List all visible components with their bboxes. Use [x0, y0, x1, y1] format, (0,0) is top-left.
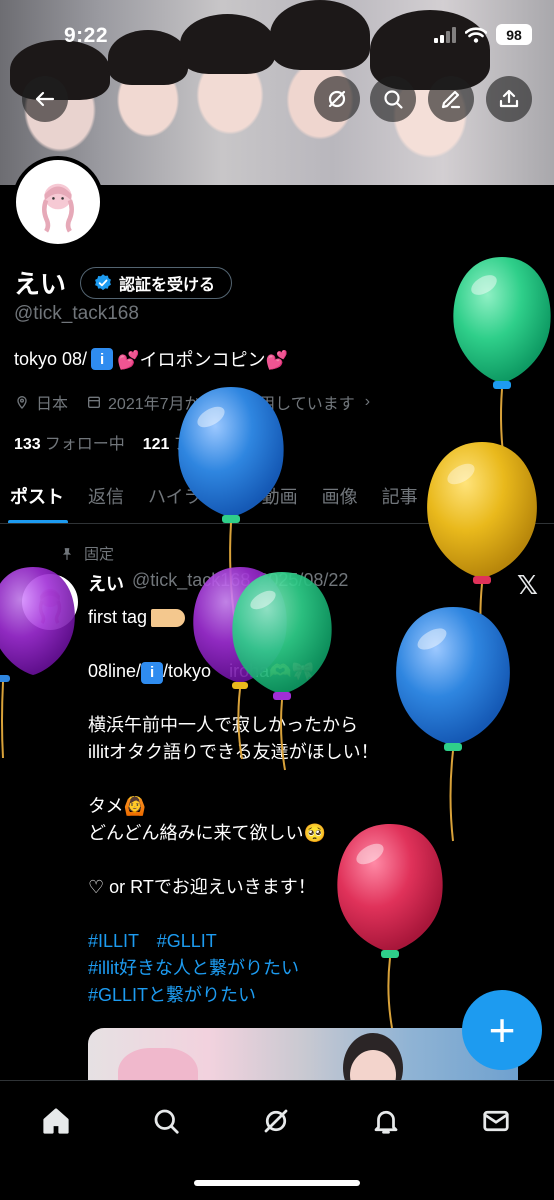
profile-tabs: ポスト 返信 ハイライト 動画 画像 記事 いいね [0, 468, 554, 524]
location-text: 日本 [36, 396, 69, 413]
info-emoji-icon: i [141, 661, 164, 684]
bio-suffix: 💕イロポンコピン💕 [117, 350, 288, 370]
x-logo-icon: 𝕏 [517, 570, 538, 600]
grok-button[interactable] [314, 76, 360, 122]
status-icons: 98 [434, 24, 532, 45]
search-icon [154, 1109, 179, 1134]
hashtag-link[interactable]: #GLLITと繋がりたい [88, 982, 528, 1009]
cellular-signal-icon [434, 26, 456, 43]
nav-grok[interactable] [256, 1101, 296, 1141]
following-label: フォロー中 [44, 436, 125, 453]
tweet-line: どんどん絡みに来て欲しい🥺 [88, 823, 326, 843]
pinned-label: 固定 [84, 546, 115, 563]
back-button[interactable] [22, 76, 68, 122]
follow-counts: 133 フォロー中 121 フォロワー [14, 430, 253, 454]
messages-icon [483, 1110, 509, 1132]
tab-posts[interactable]: ポスト [0, 468, 76, 523]
verified-badge-icon [95, 273, 111, 290]
tab-photos[interactable]: 画像 [310, 468, 370, 523]
tab-videos[interactable]: 動画 [250, 468, 310, 523]
profile-handle: @tick_tack168 [14, 303, 139, 324]
home-icon [43, 1108, 69, 1134]
tweet-line: 08line/ [88, 661, 142, 681]
display-name: えい [14, 269, 67, 299]
tab-articles[interactable]: 記事 [370, 468, 430, 523]
pinned-indicator: 固定 [60, 543, 114, 564]
tweet-author-name[interactable]: えい [88, 570, 124, 596]
balloon [450, 255, 554, 490]
tweet-line: ♡ or RTでお迎えいきます！ [88, 877, 316, 897]
back-arrow-icon [35, 91, 55, 107]
wifi-icon [465, 26, 487, 43]
home-indicator [194, 1180, 360, 1186]
followers-label: フォロワー [173, 436, 254, 453]
hashtag-link[interactable]: #ILLIT #GLLIT [88, 928, 528, 955]
search-button[interactable] [370, 76, 416, 122]
pin-icon [62, 547, 72, 560]
following-link[interactable]: 133 フォロー中 [14, 430, 125, 454]
share-button[interactable] [486, 76, 532, 122]
edit-icon [441, 90, 461, 109]
tweet-line: first tag [88, 607, 148, 627]
tab-likes[interactable]: いいね [430, 468, 508, 523]
tab-replies[interactable]: 返信 [76, 468, 136, 523]
nav-home[interactable] [36, 1101, 76, 1141]
location-icon [17, 396, 27, 409]
nav-notifications[interactable] [366, 1101, 406, 1141]
get-verified-label: 認証を受ける [119, 276, 216, 294]
get-verified-button[interactable]: 認証を受ける [80, 266, 233, 299]
profile-bio: tokyo 08/ i 💕イロポンコピン💕 [14, 346, 288, 372]
tab-highlights[interactable]: ハイライト [136, 468, 250, 523]
nav-messages[interactable] [476, 1101, 516, 1141]
battery-indicator: 98 [496, 24, 532, 45]
edit-button[interactable] [428, 76, 474, 122]
chevron-right-icon: › [364, 393, 371, 410]
compose-button[interactable]: + [462, 990, 542, 1070]
tweet-line: 横浜午前中一人で寂しかったから [88, 715, 358, 735]
profile-meta: 日本 2021年7月からXを利用しています › [14, 390, 370, 414]
tweet-author-handle: @tick_tack168 [132, 570, 251, 590]
tweet-avatar-illustration [38, 589, 62, 625]
info-emoji-icon: i [91, 348, 114, 370]
calendar-icon [88, 396, 101, 408]
hashtag-link[interactable]: #illit好きな人と繋がりたい [88, 955, 528, 982]
share-icon [499, 89, 519, 108]
followers-link[interactable]: 121 フォロワー [143, 430, 254, 454]
grok-icon [264, 1109, 288, 1133]
tweet-line: タメ🙆 [88, 796, 146, 816]
tweet-date[interactable]: 2025/08/22 [258, 570, 348, 596]
search-icon [384, 90, 403, 109]
avatar-illustration [42, 183, 74, 233]
tweet-avatar[interactable] [22, 574, 78, 630]
tag-emoji-icon [151, 609, 186, 628]
tweet-line: /tokyo iroha🫶🎀 [163, 661, 314, 681]
name-row: えい 認証を受ける [14, 264, 233, 301]
bio-prefix: tokyo 08/ [14, 348, 88, 369]
tweet-body: first tag 08line/i/tokyo iroha🫶🎀 横浜午前中一人… [88, 604, 528, 1009]
joined-text[interactable]: 2021年7月からXを利用しています [108, 390, 355, 414]
grok-icon [328, 90, 346, 108]
nav-search[interactable] [146, 1101, 186, 1141]
profile-avatar[interactable] [12, 156, 104, 248]
followers-count: 121 [142, 436, 170, 453]
tweet-line: illitオタク語りできる友達がほしい！ [88, 742, 379, 762]
tweet-header: えい @tick_tack168 2025/08/22 [88, 570, 348, 596]
following-count: 133 [14, 436, 41, 453]
notifications-icon [374, 1110, 398, 1134]
status-time: 9:22 [64, 24, 109, 47]
status-bar: 9:22 98 [0, 0, 554, 64]
